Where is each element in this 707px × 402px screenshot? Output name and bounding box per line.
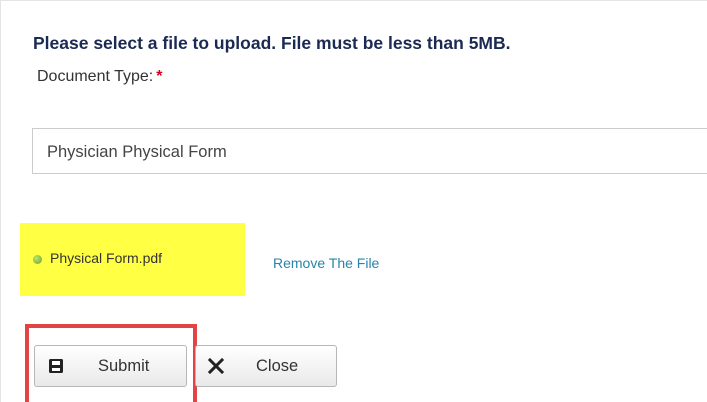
required-marker: * <box>156 68 163 85</box>
upload-instructions: Please select a file to upload. File mus… <box>33 33 511 53</box>
submit-button-label: Submit <box>98 356 150 375</box>
remove-file-link[interactable]: Remove The File <box>273 255 379 271</box>
save-disk-icon <box>46 356 66 376</box>
submit-button[interactable]: Submit <box>34 345 187 387</box>
close-x-icon <box>206 356 226 376</box>
green-dot-icon <box>33 255 42 264</box>
close-button[interactable]: Close <box>195 345 337 387</box>
document-type-select[interactable]: Physician Physical Form <box>32 128 707 174</box>
document-type-label-text: Document Type: <box>37 68 154 85</box>
uploaded-file-name: Physical Form.pdf <box>50 250 163 266</box>
document-type-value: Physician Physical Form <box>47 143 227 161</box>
document-type-label: Document Type: * <box>37 68 162 86</box>
close-button-label: Close <box>256 356 299 375</box>
